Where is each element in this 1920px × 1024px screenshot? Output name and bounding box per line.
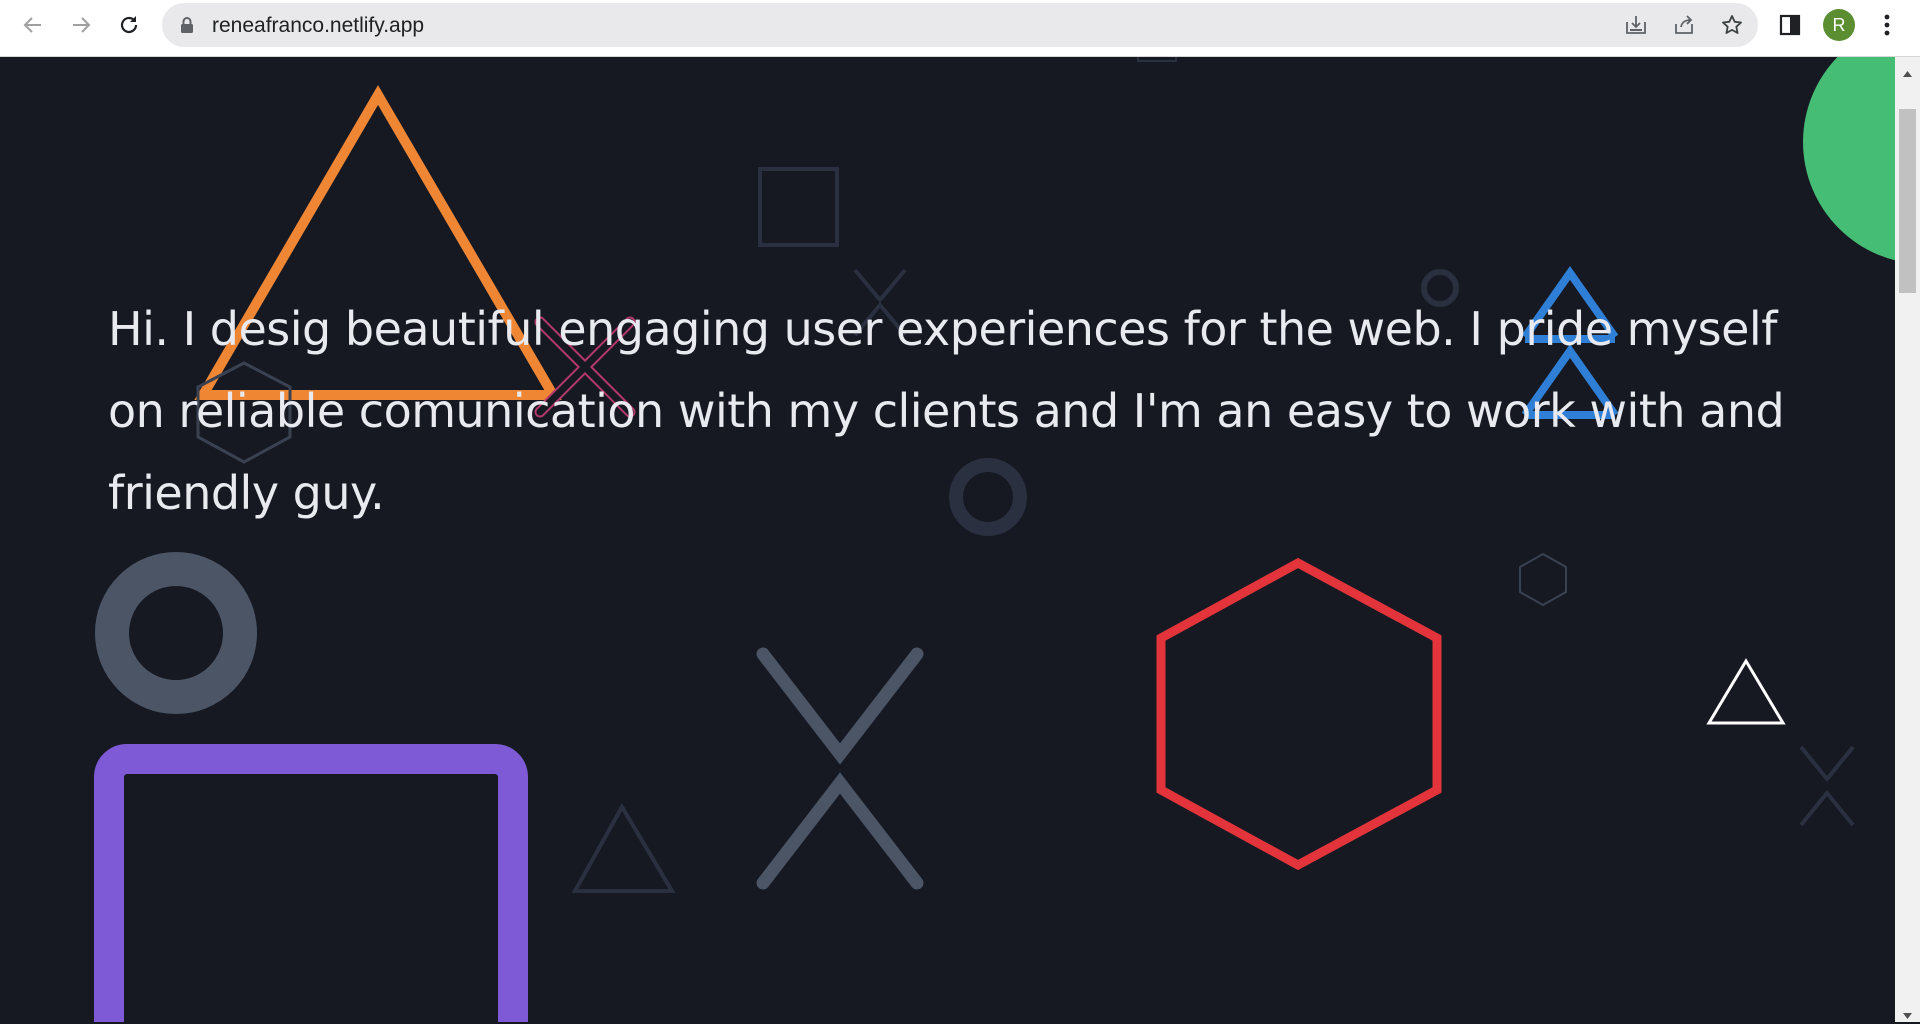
tiny-hexagon-icon (1519, 552, 1567, 607)
back-icon[interactable] (16, 8, 50, 42)
red-hexagon-icon (1156, 557, 1442, 871)
small-square-top-icon (1137, 57, 1177, 62)
scroll-down-icon[interactable] (1902, 1005, 1913, 1024)
menu-icon[interactable] (1870, 8, 1904, 42)
faint-triangle-icon (571, 802, 676, 893)
lock-icon[interactable] (180, 16, 194, 38)
reload-icon[interactable] (112, 8, 146, 42)
address-bar[interactable]: reneafranco.netlify.app (162, 3, 1758, 47)
browser-toolbar: reneafranco.netlify.app R (0, 0, 1920, 57)
scrollbar[interactable] (1895, 57, 1920, 1022)
gray-x-icon (756, 647, 924, 890)
side-panel-icon[interactable] (1773, 8, 1807, 42)
white-triangle-icon (1706, 658, 1786, 725)
url-text[interactable]: reneafranco.netlify.app (212, 14, 424, 38)
purple-square-icon (94, 744, 528, 1022)
scroll-up-icon[interactable] (1902, 63, 1913, 82)
gray-ring-icon (95, 552, 257, 714)
decorative-shapes (94, 57, 1895, 1022)
page-viewport: Hi. I desig beautiful engaging user expe… (0, 57, 1895, 1022)
install-icon[interactable] (1622, 11, 1650, 39)
green-circle-icon (1803, 57, 1895, 261)
share-icon[interactable] (1670, 11, 1698, 39)
intro-text: Hi. I desig beautiful engaging user expe… (108, 302, 1785, 520)
scroll-thumb[interactable] (1899, 109, 1916, 293)
profile-avatar[interactable]: R (1823, 9, 1855, 41)
star-icon[interactable] (1718, 11, 1746, 39)
faint-x-right-icon (1799, 745, 1855, 827)
square-outline-icon (758, 167, 839, 247)
forward-icon[interactable] (64, 8, 98, 42)
